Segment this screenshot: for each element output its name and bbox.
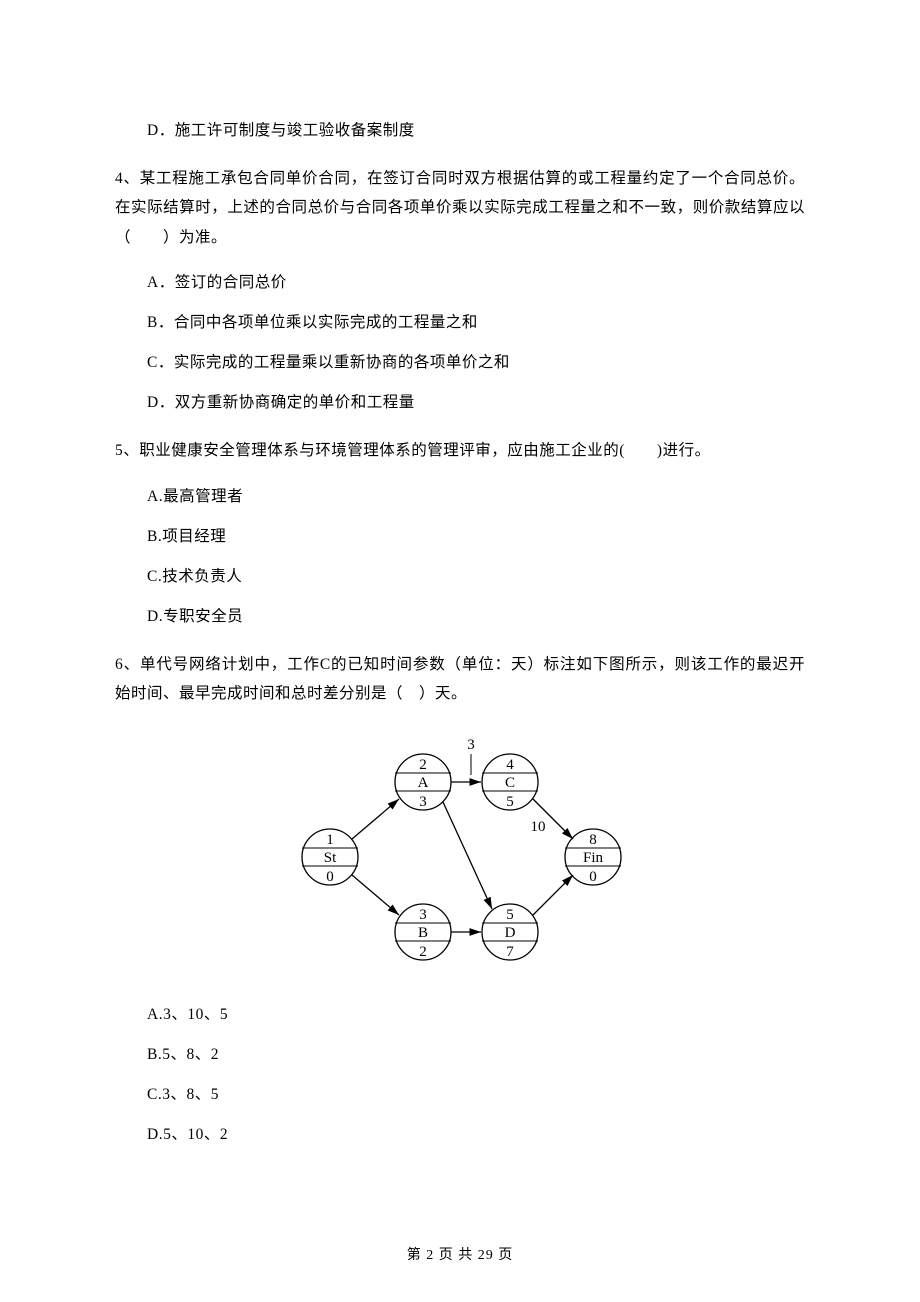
node-fin-mid: Fin bbox=[583, 850, 604, 866]
network-diagram: 1 St 0 2 A 3 3 B 2 bbox=[115, 727, 805, 972]
node-st-top: 1 bbox=[326, 832, 334, 848]
page: D．施工许可制度与竣工验收备案制度 4、某工程施工承包合同单价合同，在签订合同时… bbox=[0, 0, 920, 1302]
node-d-bot: 7 bbox=[506, 944, 514, 960]
q6-option-c: C.3、8、5 bbox=[147, 1082, 805, 1104]
node-st: 1 St 0 bbox=[302, 829, 358, 885]
q3-option-d: D．施工许可制度与竣工验收备案制度 bbox=[147, 118, 805, 140]
node-d-top: 5 bbox=[506, 907, 514, 923]
node-fin-bot: 0 bbox=[589, 869, 597, 885]
page-footer: 第 2 页 共 29 页 bbox=[0, 1244, 920, 1264]
q5-option-c: C.技术负责人 bbox=[147, 564, 805, 586]
edge-d-fin bbox=[533, 875, 573, 915]
q5-option-a: A.最高管理者 bbox=[147, 484, 805, 506]
node-c-top: 4 bbox=[506, 757, 514, 773]
q4-option-c: C．实际完成的工程量乘以重新协商的各项单价之和 bbox=[147, 350, 805, 372]
node-d-mid: D bbox=[505, 925, 516, 941]
node-a-bot: 3 bbox=[419, 794, 427, 810]
label-three: 3 bbox=[467, 737, 475, 753]
node-c-mid: C bbox=[505, 775, 515, 791]
q5-stem: 5、职业健康安全管理体系与环境管理体系的管理评审，应由施工企业的( )进行。 bbox=[115, 436, 805, 465]
q4-stem: 4、某工程施工承包合同单价合同，在签订合同时双方根据估算的或工程量约定了一个合同… bbox=[115, 164, 805, 252]
label-ten: 10 bbox=[531, 819, 546, 835]
q5-option-b: B.项目经理 bbox=[147, 524, 805, 546]
node-st-bot: 0 bbox=[326, 869, 334, 885]
edge-a-d bbox=[443, 802, 492, 909]
q4-option-a: A．签订的合同总价 bbox=[147, 270, 805, 292]
q6-option-b: B.5、8、2 bbox=[147, 1042, 805, 1064]
node-st-mid: St bbox=[324, 850, 337, 866]
node-c: 4 C 5 bbox=[482, 754, 538, 810]
node-b-top: 3 bbox=[419, 907, 427, 923]
node-a-top: 2 bbox=[419, 757, 427, 773]
network-svg: 1 St 0 2 A 3 3 B 2 bbox=[295, 727, 625, 972]
edge-st-a bbox=[352, 799, 399, 839]
node-b-mid: B bbox=[418, 925, 428, 941]
node-fin: 8 Fin 0 bbox=[565, 829, 621, 885]
node-b-bot: 2 bbox=[419, 944, 427, 960]
q6-stem: 6、单代号网络计划中，工作C的已知时间参数（单位：天）标注如下图所示，则该工作的… bbox=[115, 650, 805, 709]
q4-option-b: B．合同中各项单位乘以实际完成的工程量之和 bbox=[147, 310, 805, 332]
node-d: 5 D 7 bbox=[482, 904, 538, 960]
node-a: 2 A 3 bbox=[395, 754, 451, 810]
node-fin-top: 8 bbox=[589, 832, 597, 848]
node-c-bot: 5 bbox=[506, 794, 514, 810]
node-b: 3 B 2 bbox=[395, 904, 451, 960]
q4-option-d: D．双方重新协商确定的单价和工程量 bbox=[147, 390, 805, 412]
node-a-mid: A bbox=[418, 775, 429, 791]
q5-option-d: D.专职安全员 bbox=[147, 604, 805, 626]
q6-option-d: D.5、10、2 bbox=[147, 1122, 805, 1144]
q6-option-a: A.3、10、5 bbox=[147, 1002, 805, 1024]
edge-st-b bbox=[352, 875, 399, 915]
